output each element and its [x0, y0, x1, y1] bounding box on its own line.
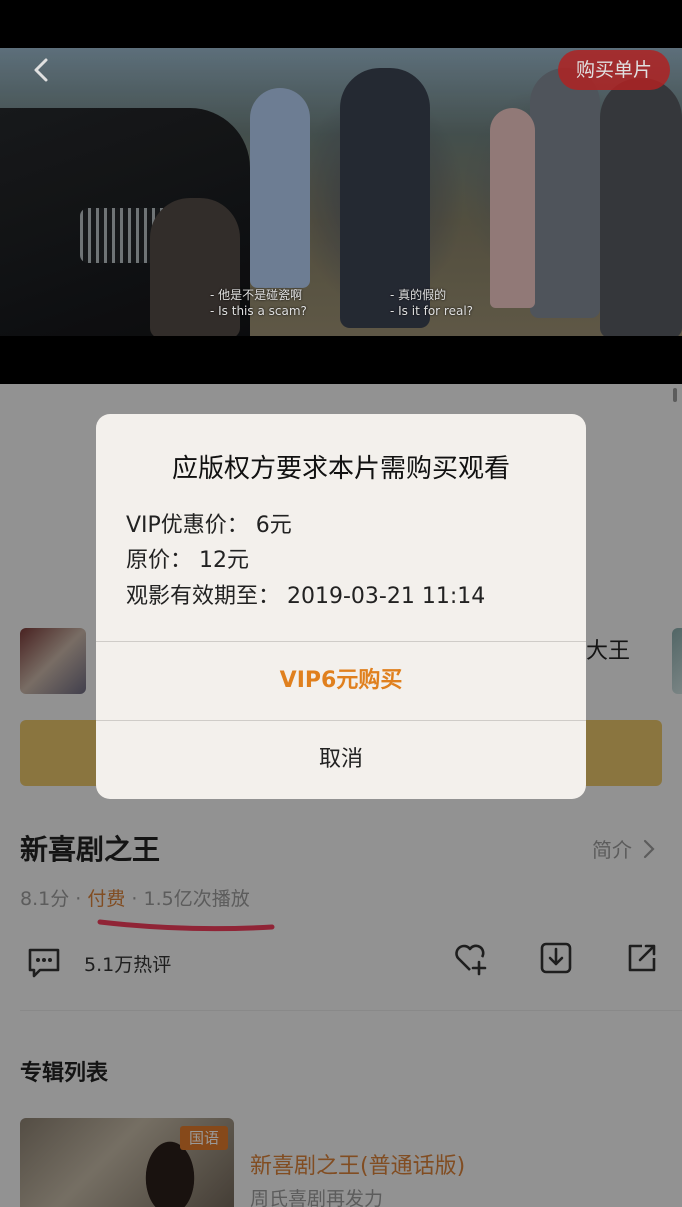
- original-price: 原价： 12元: [126, 548, 249, 573]
- vip-price: VIP优惠价： 6元: [126, 513, 292, 538]
- purchase-dialog: 应版权方要求本片需购买观看 VIP优惠价： 6元 原价： 12元 观影有效期至：…: [96, 414, 586, 799]
- modal-backdrop-top: [0, 0, 682, 384]
- valid-until: 观影有效期至： 2019-03-21 11:14: [126, 584, 486, 609]
- vip-buy-button[interactable]: VIP6元购买: [96, 642, 586, 720]
- cancel-button[interactable]: 取消: [96, 721, 586, 799]
- dialog-title: 应版权方要求本片需购买观看: [171, 454, 510, 484]
